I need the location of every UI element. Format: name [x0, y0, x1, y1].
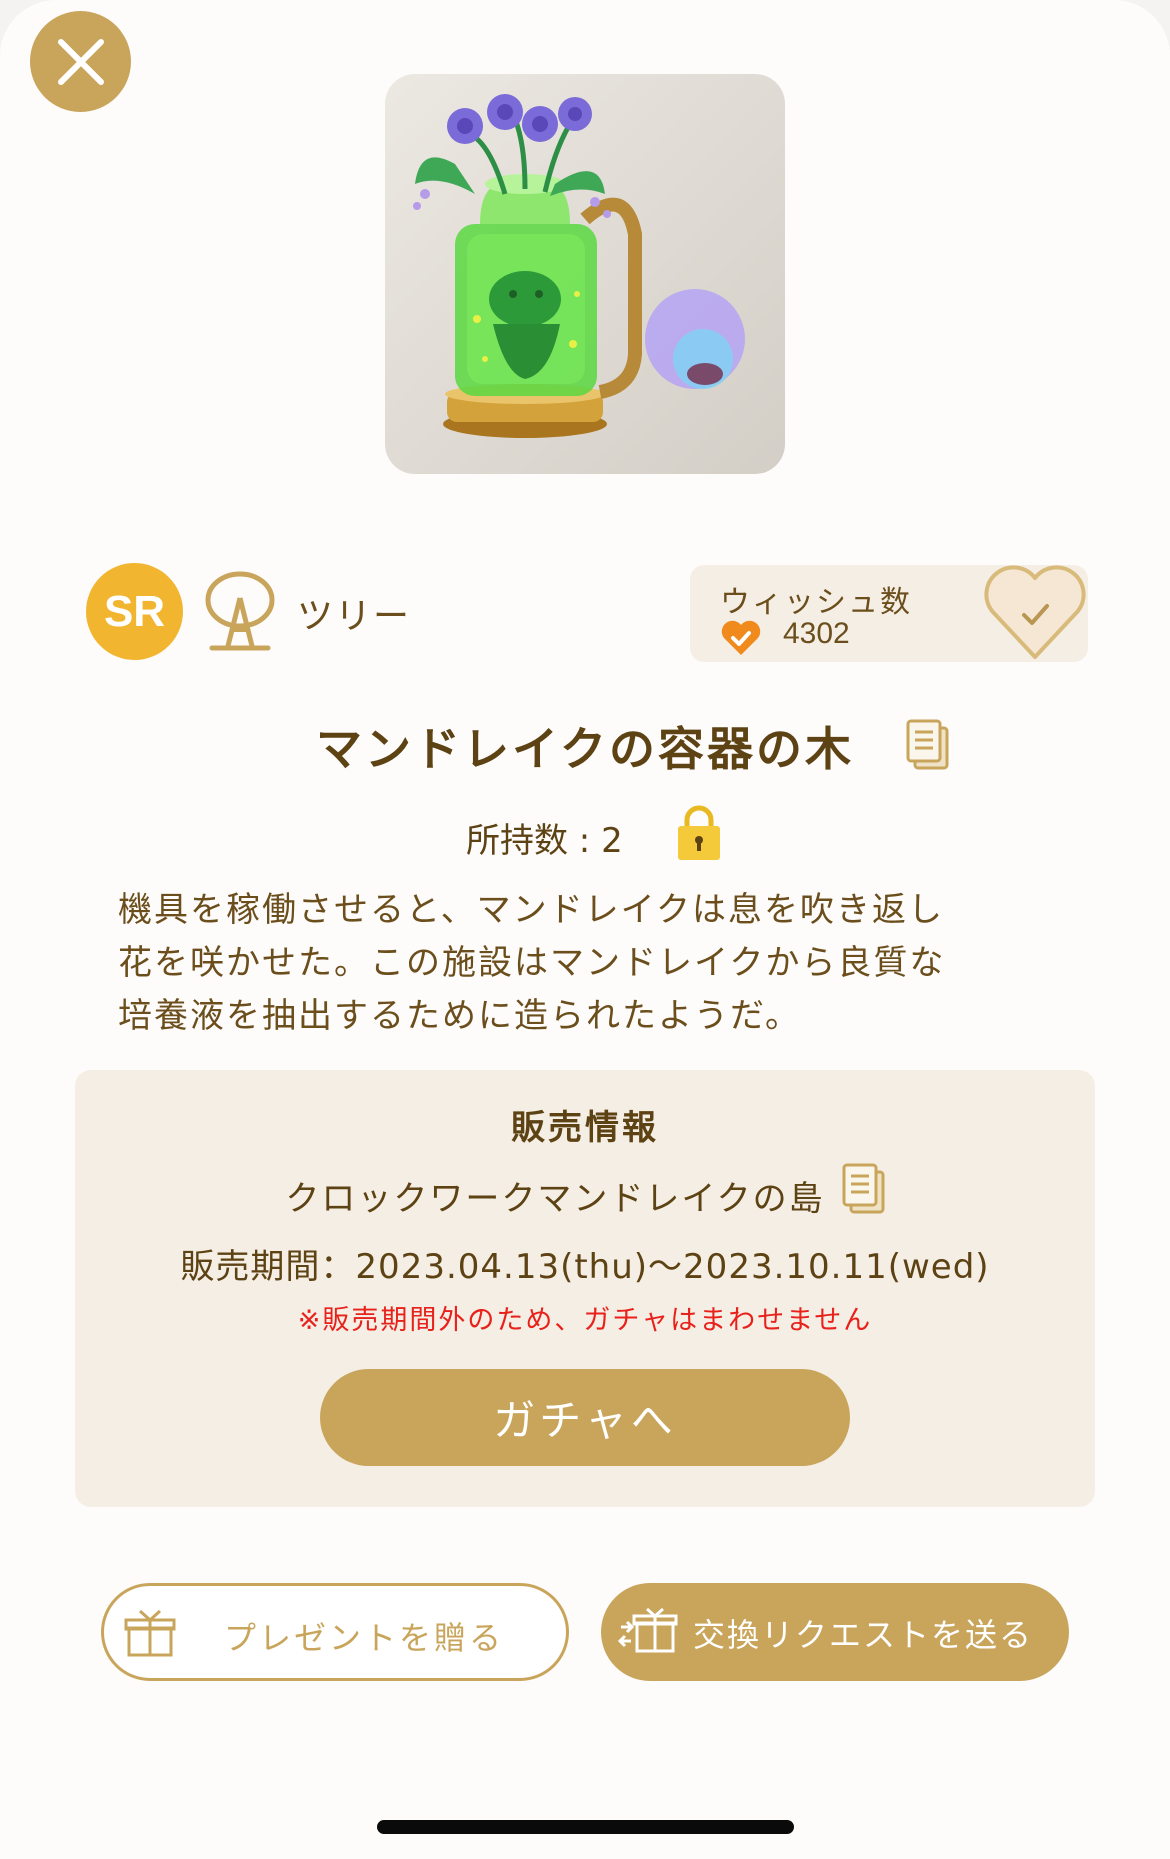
document-icon[interactable] — [905, 718, 951, 772]
document-icon[interactable] — [841, 1162, 887, 1216]
owned-count: 所持数 : 2 — [466, 821, 623, 861]
close-icon — [57, 38, 104, 85]
send-present-button[interactable]: プレゼントを贈る — [101, 1583, 569, 1681]
description-line: 機具を稼働させると、マンドレイクは息を吹き返し — [118, 890, 944, 930]
sales-info-panel: 販売情報 クロックワークマンドレイクの島 販売期間：2023.04.13(thu… — [75, 1070, 1095, 1507]
sales-warning: ※販売期間外のため、ガチャはまわせません — [297, 1305, 873, 1336]
description-line: 培養液を抽出するために造られたようだ。 — [118, 996, 801, 1036]
category-label: ツリー — [297, 596, 412, 637]
tree-category-icon — [205, 571, 275, 651]
wish-toggle-button[interactable] — [980, 563, 1090, 663]
sales-period: 販売期間：2023.04.13(thu)〜2023.10.11(wed) — [180, 1247, 990, 1287]
gift-icon — [124, 1609, 176, 1657]
lock-icon[interactable] — [674, 804, 724, 862]
close-button[interactable] — [30, 11, 131, 112]
exchange-gift-icon — [617, 1607, 678, 1653]
item-image — [385, 74, 785, 474]
gacha-button[interactable]: ガチャへ — [320, 1369, 850, 1466]
heart-check-icon — [721, 620, 761, 655]
item-detail-sheet: SR ツリー ウィッシュ数 4302 マンドレイクの容器の木 所持数 : 2 機… — [0, 0, 1170, 1859]
wish-count-value: 4302 — [783, 617, 850, 650]
item-title: マンドレイクの容器の木 — [315, 722, 855, 776]
sales-island-name: クロックワークマンドレイクの島 — [285, 1179, 825, 1219]
heart-outline-check-icon — [984, 565, 1086, 659]
description-line: 花を咲かせた。この施設はマンドレイクから良質な — [118, 943, 946, 983]
sales-info-heading: 販売情報 — [511, 1108, 659, 1148]
item-description: 機具を稼働させると、マンドレイクは息を吹き返し 花を咲かせた。この施設はマンドレ… — [118, 884, 1058, 1043]
wish-count-label: ウィッシュ数 — [720, 585, 912, 620]
send-present-label: プレゼントを贈る — [224, 1619, 505, 1657]
exchange-request-button[interactable]: 交換リクエストを送る — [601, 1583, 1069, 1681]
wish-count-panel: ウィッシュ数 4302 — [690, 565, 1088, 662]
rarity-badge: SR — [86, 563, 183, 660]
exchange-request-label: 交換リクエストを送る — [693, 1616, 1034, 1654]
home-indicator[interactable] — [377, 1820, 794, 1834]
